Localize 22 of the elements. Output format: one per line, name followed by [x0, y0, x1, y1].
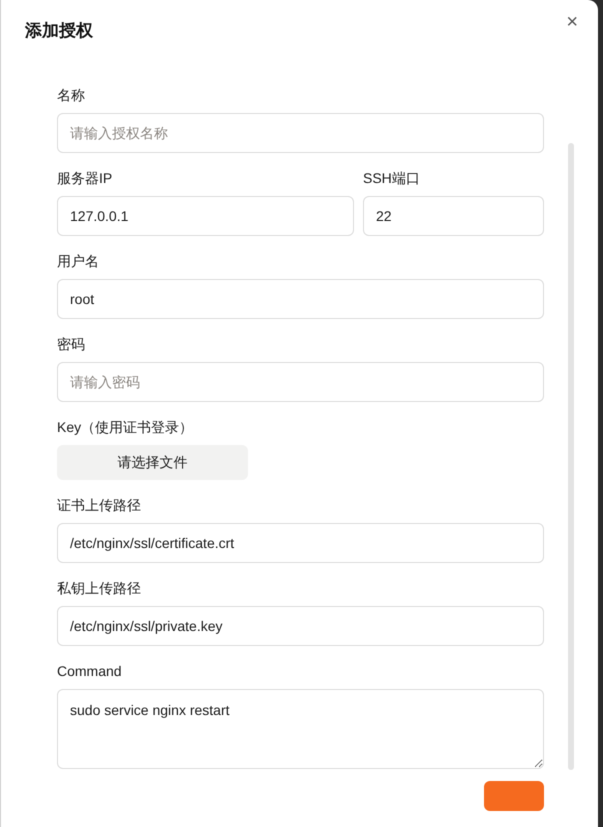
field-label: 私钥上传路径 — [57, 580, 141, 596]
field-label: Command — [57, 663, 122, 679]
input-field[interactable]: 请输入密码 — [57, 362, 544, 402]
input-field[interactable]: 22 — [363, 196, 544, 236]
field-label: 密码 — [57, 336, 85, 352]
field-label: Key（使用证书登录） — [57, 419, 194, 435]
input-field[interactable]: 127.0.0.1 — [57, 196, 354, 236]
choose-file-button[interactable]: 请选择文件 — [57, 445, 248, 480]
input-field[interactable]: /etc/nginx/ssl/private.key — [57, 606, 544, 646]
input-field[interactable]: 请输入授权名称 — [57, 113, 544, 153]
input-field[interactable]: root — [57, 279, 544, 319]
close-button[interactable]: × — [566, 12, 578, 32]
field-label: 名称 — [57, 87, 85, 103]
submit-button[interactable] — [484, 781, 544, 811]
field-label: SSH端口 — [363, 170, 420, 186]
field-label: 服务器IP — [57, 170, 112, 186]
scrollbar[interactable] — [568, 143, 574, 770]
field-label: 证书上传路径 — [57, 497, 141, 513]
dialog-title: 添加授权 — [25, 20, 93, 42]
field-label: 用户名 — [57, 253, 99, 269]
input-field[interactable]: /etc/nginx/ssl/certificate.crt — [57, 523, 544, 563]
command-textarea[interactable]: sudo service nginx restart — [57, 689, 544, 769]
